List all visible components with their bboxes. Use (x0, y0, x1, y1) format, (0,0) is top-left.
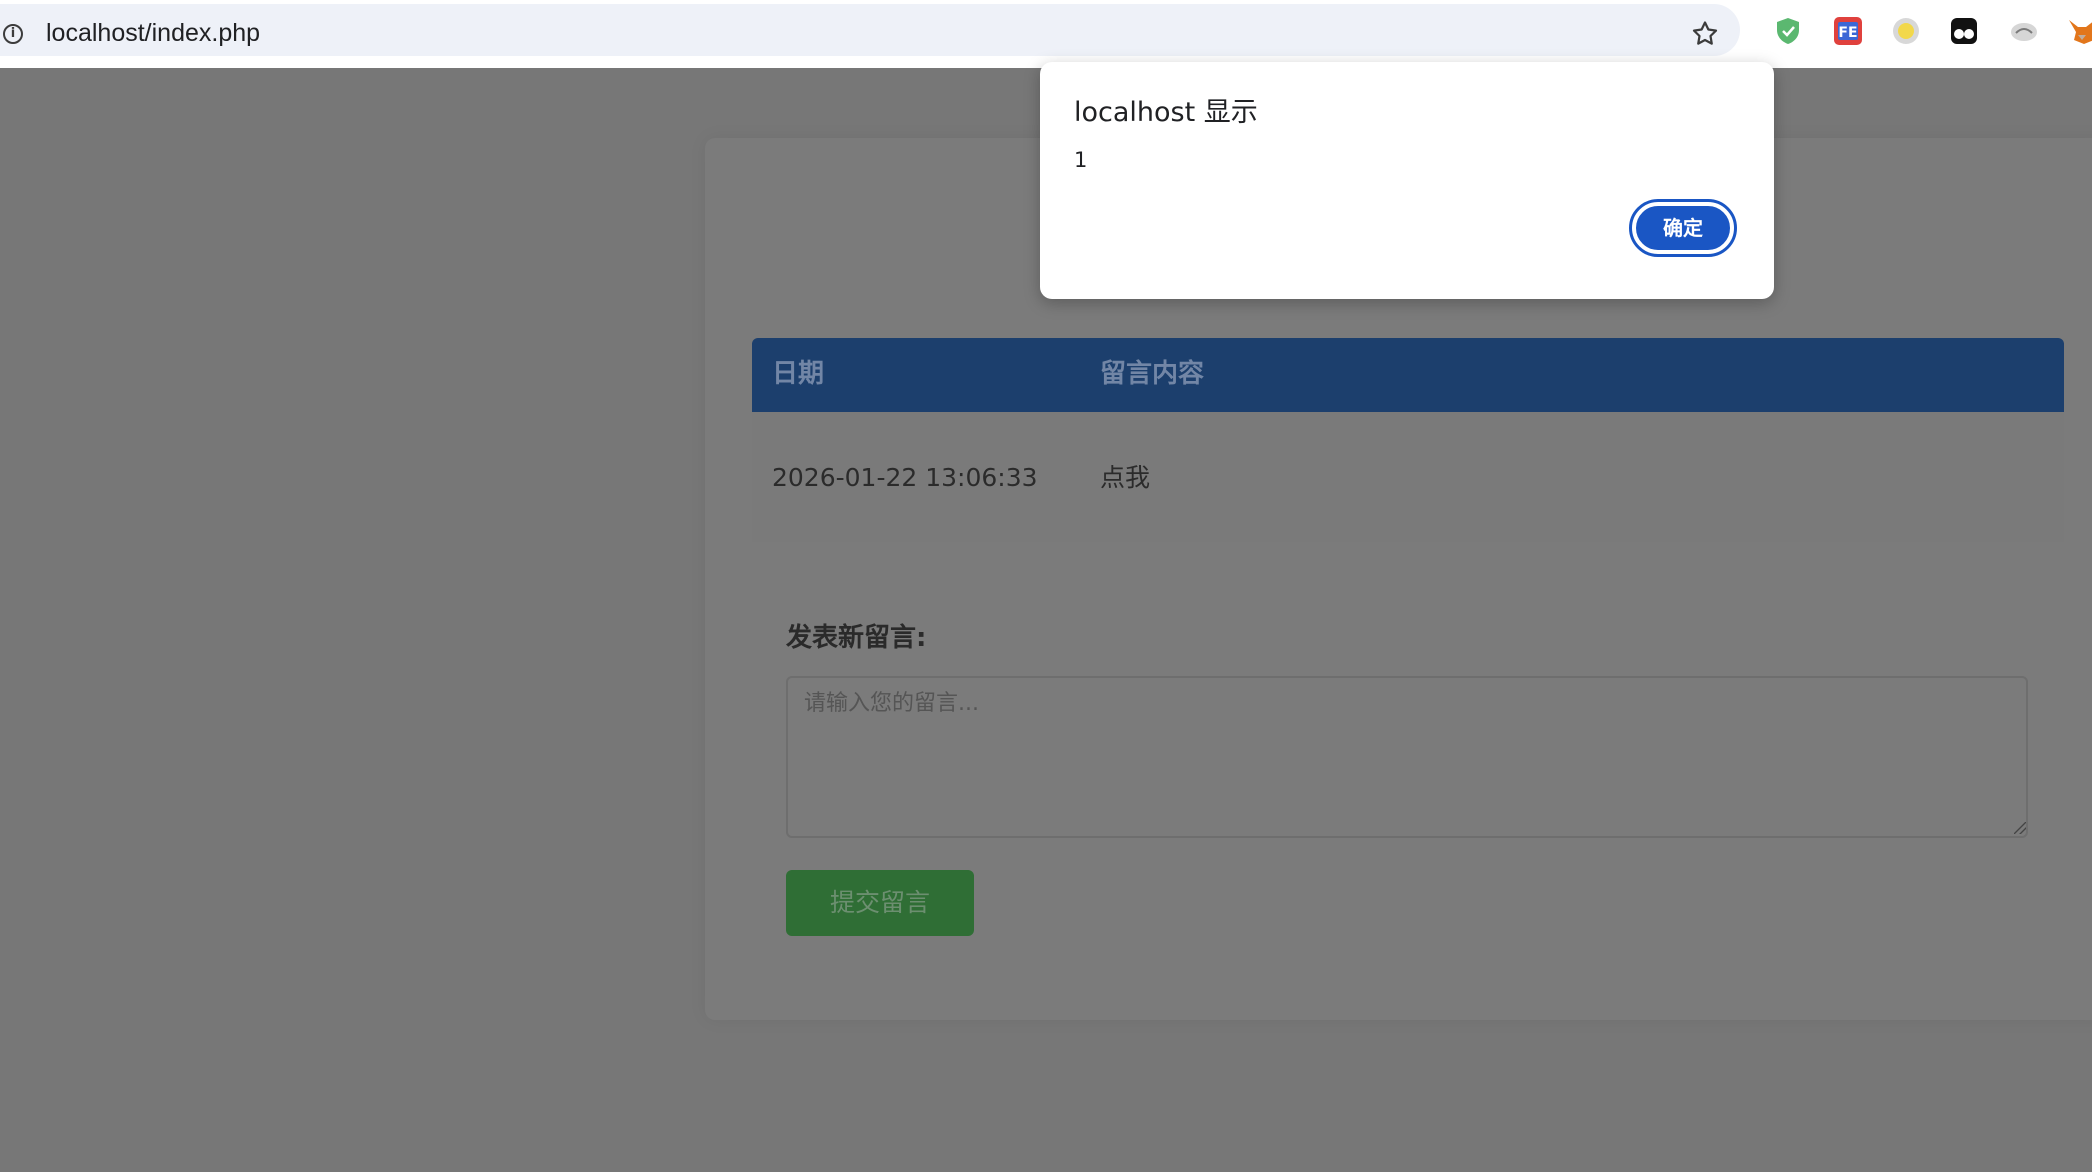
dialog-title: localhost 显示 (1074, 97, 1258, 128)
fe-extension-icon[interactable]: FE (1832, 15, 1864, 47)
new-message-form: 发表新留言: 提交留言 (752, 582, 2064, 982)
site-info-icon[interactable]: i (3, 24, 23, 44)
ok-button[interactable]: 确定 (1629, 199, 1737, 257)
glasses-extension-icon[interactable] (1948, 15, 1980, 47)
row-date-cell: 2026-01-22 13:06:33 (772, 463, 1038, 492)
svg-text:FE: FE (1838, 25, 1857, 41)
bookmark-star-icon[interactable] (1690, 19, 1720, 49)
browser-toolbar: i localhost/index.php FE (0, 0, 2092, 68)
message-textarea[interactable] (786, 676, 2028, 838)
fox-extension-icon[interactable] (2066, 15, 2092, 47)
column-header-date: 日期 (772, 359, 825, 389)
row-content-cell: 点我 (1100, 463, 1151, 492)
column-header-content: 留言内容 (1100, 359, 1205, 389)
textarea-resize-handle[interactable] (2014, 822, 2026, 834)
dialog-message: 1 (1074, 148, 1088, 172)
cloud-extension-icon[interactable] (2008, 15, 2040, 47)
table-row: 2026-01-22 13:06:33 点我 (752, 412, 2064, 542)
submit-message-button[interactable]: 提交留言 (786, 870, 974, 936)
address-bar[interactable]: i localhost/index.php (0, 4, 1740, 56)
messages-table-header: 日期 留言内容 (752, 338, 2064, 412)
circle-extension-icon[interactable] (1890, 15, 1922, 47)
new-message-label: 发表新留言: (786, 623, 927, 653)
alert-dialog: localhost 显示 1 确定 (1040, 62, 1774, 299)
shield-extension-icon[interactable] (1772, 15, 1804, 47)
url-text[interactable]: localhost/index.php (46, 18, 260, 48)
